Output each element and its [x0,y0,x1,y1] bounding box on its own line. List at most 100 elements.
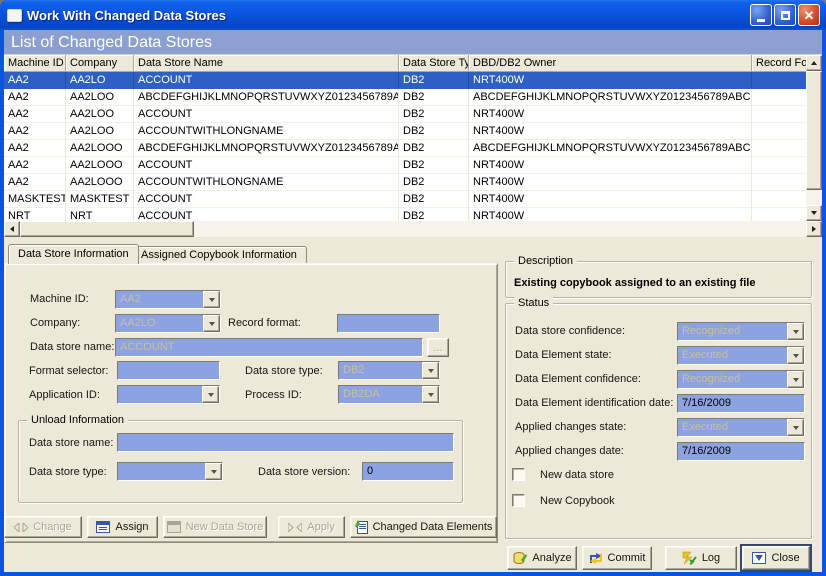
change-icon [14,523,28,532]
applied-changes-state-combo[interactable]: Executed [677,418,805,437]
data-store-confidence-label: Data store confidence: [515,325,625,337]
log-button[interactable]: Log [665,546,737,570]
chevron-down-icon[interactable] [422,362,439,379]
cell-name: ACCOUNTWITHLONGNAME [134,123,399,140]
applied-changes-state-label: Applied changes state: [515,421,626,433]
record-format-input[interactable] [337,314,440,333]
minimize-icon [757,19,765,22]
chevron-down-icon[interactable] [787,347,804,364]
data-store-name-input[interactable]: ACCOUNT [115,338,423,357]
table-row[interactable]: AA2AA2LOOOACCOUNTDB2NRT400W [4,157,806,174]
chevron-down-icon[interactable] [202,386,219,403]
data-element-confidence-combo[interactable]: Recognized [677,370,805,389]
table-row[interactable]: NRTNRTACCOUNTDB2NRT400W [4,208,806,221]
changed-data-elements-icon [355,520,368,534]
data-element-identification-date-input[interactable]: 7/16/2009 [677,394,805,413]
app-icon [7,9,22,22]
data-store-type-combo[interactable]: DB2 [338,361,440,380]
new-copybook-checkbox[interactable] [512,494,525,507]
format-selector-input[interactable] [117,361,220,380]
column-header[interactable]: Machine ID [4,55,66,72]
scroll-up-button[interactable] [806,55,822,71]
page-title: List of Changed Data Stores [4,30,822,55]
cell-owner: NRT400W [469,157,752,174]
scroll-left-button[interactable] [4,221,20,237]
column-header[interactable]: Data Store Name [134,55,399,72]
applied-changes-date-input[interactable]: 7/16/2009 [677,442,805,461]
column-header[interactable]: Data Store Type [399,55,469,72]
browse-button[interactable]: ... [427,338,449,357]
cell-owner: NRT400W [469,123,752,140]
column-header[interactable]: Record Format [752,55,806,72]
company-combo[interactable]: AA2LO [115,314,221,333]
cell-type: DB2 [399,106,469,123]
chevron-down-icon[interactable] [422,386,439,403]
cell-company: AA2LOOO [66,140,134,157]
cell-owner: NRT400W [469,72,752,89]
applied-changes-date-label: Applied changes date: [515,445,624,457]
new-data-store-checkbox[interactable] [512,468,525,481]
cell-company: AA2LOOO [66,174,134,191]
chevron-down-icon[interactable] [205,463,222,480]
unload-information-legend: Unload Information [27,414,128,426]
close-window-button[interactable]: Close [742,546,810,570]
commit-button[interactable]: Commit [582,546,652,570]
data-element-state-combo[interactable]: Executed [677,346,805,365]
column-header[interactable]: Company [66,55,134,72]
unload-data-store-type-combo[interactable] [117,462,223,481]
data-store-type-label: Data store type: [245,365,323,377]
table-row[interactable]: AA2AA2LOACCOUNTDB2NRT400W [4,72,806,89]
table-row[interactable]: AA2AA2LOOOABCDEFGHIJKLMNOPQRSTUVWXYZ0123… [4,140,806,157]
data-element-state-label: Data Element state: [515,349,612,361]
analyze-button[interactable]: Analyze [507,546,577,570]
table-row[interactable]: AA2AA2LOOACCOUNTDB2NRT400W [4,106,806,123]
apply-button[interactable]: Apply [278,516,345,538]
cell-type: DB2 [399,208,469,221]
machine-id-combo[interactable]: AA2 [115,290,221,309]
table-row[interactable]: AA2AA2LOOABCDEFGHIJKLMNOPQRSTUVWXYZ01234… [4,89,806,106]
data-store-version-input[interactable]: 0 [362,462,454,481]
chevron-down-icon[interactable] [787,371,804,388]
apply-icon [288,523,302,532]
process-id-combo[interactable]: DB2DA [338,385,440,404]
scroll-right-button[interactable] [806,221,822,237]
table-row[interactable]: MASKTESTMASKTESTACCOUNTDB2NRT400W [4,191,806,208]
changed-data-elements-button[interactable]: Changed Data Elements [350,516,497,538]
minimize-button[interactable] [750,4,772,26]
cell-machine_id: AA2 [4,123,66,140]
application-id-combo[interactable] [117,385,220,404]
change-button[interactable]: Change [4,516,82,538]
chevron-down-icon[interactable] [787,419,804,436]
cell-name: ACCOUNT [134,208,399,221]
cell-machine_id: AA2 [4,174,66,191]
data-store-name-label: Data store name: [30,341,114,353]
maximize-icon [781,11,790,20]
data-store-confidence-combo[interactable]: Recognized [677,322,805,341]
table-row[interactable]: AA2AA2LOOACCOUNTWITHLONGNAMEDB2NRT400W [4,123,806,140]
new-copybook-checkbox-label: New Copybook [540,495,615,507]
cell-record_format [752,174,806,191]
scroll-down-button[interactable] [806,205,822,221]
cell-record_format [752,123,806,140]
table-row[interactable]: AA2AA2LOOOACCOUNTWITHLONGNAMEDB2NRT400W [4,174,806,191]
application-id-label: Application ID: [29,389,100,401]
chevron-down-icon[interactable] [203,291,220,308]
tab-assigned-copybook-information[interactable]: Assigned Copybook Information [131,246,307,264]
cell-record_format [752,72,806,89]
chevron-down-icon[interactable] [787,323,804,340]
assign-button[interactable]: Assign [87,516,158,538]
maximize-button[interactable] [774,4,796,26]
cell-machine_id: AA2 [4,140,66,157]
close-button[interactable]: ✕ [798,4,820,26]
vertical-scrollbar-thumb[interactable] [806,71,822,190]
horizontal-scrollbar-thumb[interactable] [20,221,194,237]
cell-machine_id: NRT [4,208,66,221]
close-icon: ✕ [804,9,815,22]
tab-data-store-information[interactable]: Data Store Information [8,244,139,264]
chevron-down-icon[interactable] [203,315,220,332]
arrow-right-icon [812,226,819,232]
cell-record_format [752,191,806,208]
unload-data-store-name-input[interactable] [117,433,454,452]
new-data-store-button[interactable]: New Data Store [163,516,267,538]
column-header[interactable]: DBD/DB2 Owner [469,55,752,72]
